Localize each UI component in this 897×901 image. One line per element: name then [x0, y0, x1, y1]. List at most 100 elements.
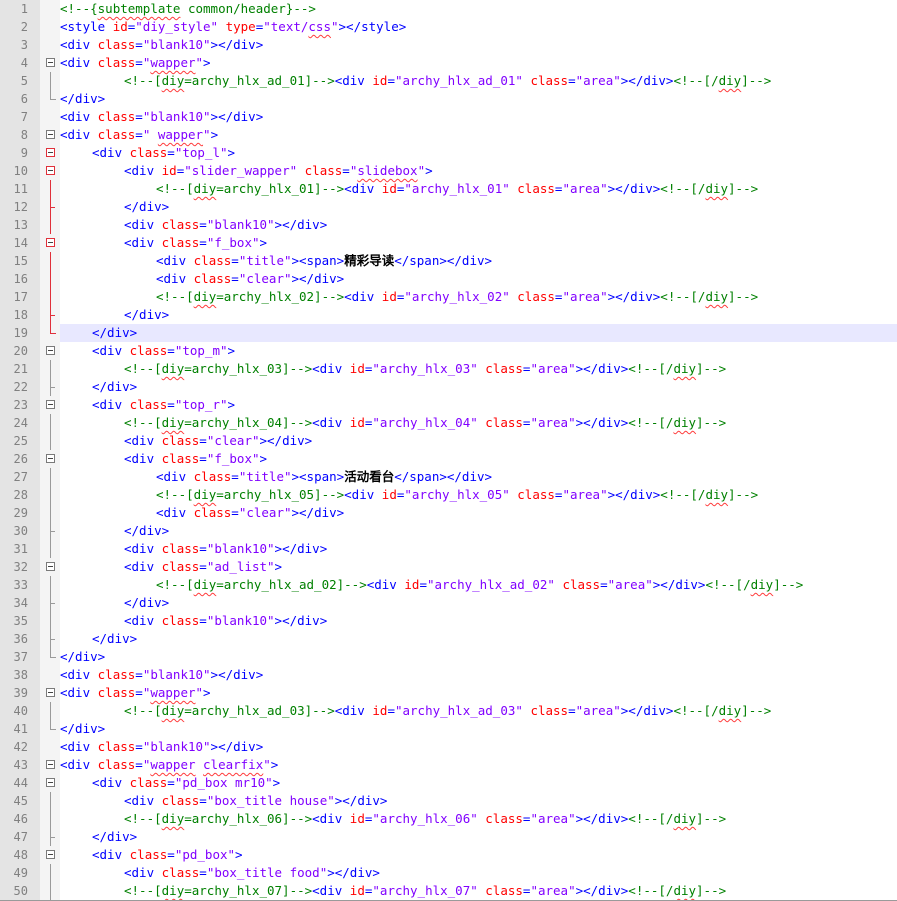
token-tag: ></div> [334, 793, 388, 808]
code-line[interactable]: 45 <div class="box_title house"></div> [0, 792, 897, 810]
code-text: <div class="box_title house"></div> [60, 792, 387, 810]
code-line[interactable]: 42 <div class="blank10"></div> [0, 738, 897, 756]
token-comment: diy [705, 487, 729, 502]
token-comment: common/header}--> [180, 1, 316, 16]
fold-toggle-icon[interactable] [40, 126, 60, 144]
token-tag: </div> [60, 91, 106, 106]
code-line[interactable]: 11 <!--[diy=archy_hlx_01]--><div id="arch… [0, 180, 897, 198]
code-line[interactable]: 1 <!--{subtemplate common/header}--> [0, 0, 897, 18]
code-line[interactable]: 27 <div class="title"><span>活动看台</span></… [0, 468, 897, 486]
fold-guide [40, 414, 60, 432]
code-line[interactable]: 38 <div class="blank10"></div> [0, 666, 897, 684]
token-comment: <!--[ [124, 73, 162, 88]
code-line[interactable]: 4 <div class="wapper"> [0, 54, 897, 72]
fold-guide [40, 720, 60, 738]
token-attr: class [161, 217, 200, 232]
code-line[interactable]: 16 <div class="clear"></div> [0, 270, 897, 288]
token-comment: diy [673, 415, 697, 430]
fold-guide [40, 360, 60, 378]
code-line[interactable]: 37 </div> [0, 648, 897, 666]
token-comment: diy [161, 811, 185, 826]
code-line[interactable]: 28 <!--[diy=archy_hlx_05]--><div id="arch… [0, 486, 897, 504]
fold-toggle-icon[interactable] [40, 342, 60, 360]
code-text: </div> [60, 324, 137, 342]
code-line[interactable]: 15 <div class="title"><span>精彩导读</span></… [0, 252, 897, 270]
token-tag: ></div> [259, 433, 313, 448]
token-comment: diy [161, 883, 185, 898]
code-line[interactable]: 21 <!--[diy=archy_hlx_03]--><div id="arch… [0, 360, 897, 378]
code-text: </div> [60, 306, 169, 324]
fold-toggle-icon[interactable] [40, 396, 60, 414]
fold-guide [40, 198, 60, 216]
code-line[interactable]: 34 </div> [0, 594, 897, 612]
code-line[interactable]: 17 <!--[diy=archy_hlx_02]--><div id="arch… [0, 288, 897, 306]
code-line[interactable]: 46 <!--[diy=archy_hlx_06]--><div id="arch… [0, 810, 897, 828]
fold-toggle-icon[interactable] [40, 558, 60, 576]
code-line[interactable]: 5 <!--[diy=archy_hlx_ad_01]--><div id="ar… [0, 72, 897, 90]
code-line[interactable]: 35 <div class="blank10"></div> [0, 612, 897, 630]
fold-toggle-icon[interactable] [40, 774, 60, 792]
code-line[interactable]: 26 <div class="f_box"> [0, 450, 897, 468]
line-number: 24 [0, 414, 40, 432]
code-line[interactable]: 33 <!--[diy=archy_hlx_ad_02]--><div id="a… [0, 576, 897, 594]
code-line[interactable]: 36 </div> [0, 630, 897, 648]
code-line[interactable]: 24 <!--[diy=archy_hlx_04]--><div id="arch… [0, 414, 897, 432]
code-line[interactable]: 25 <div class="clear"></div> [0, 432, 897, 450]
code-line[interactable]: 29 <div class="clear"></div> [0, 504, 897, 522]
token-val: "box_title food" [206, 865, 328, 880]
token-comment: diy [193, 487, 217, 502]
code-line[interactable]: 7 <div class="blank10"></div> [0, 108, 897, 126]
code-line[interactable]: 30 </div> [0, 522, 897, 540]
fold-toggle-icon[interactable] [40, 684, 60, 702]
code-line[interactable]: 22 </div> [0, 378, 897, 396]
code-line[interactable]: 2 <style id="diy_style" type="text/css"><… [0, 18, 897, 36]
fold-toggle-icon[interactable] [40, 162, 60, 180]
code-line[interactable]: 32 <div class="ad_list"> [0, 558, 897, 576]
code-line[interactable]: 18 </div> [0, 306, 897, 324]
code-line[interactable]: 31 <div class="blank10"></div> [0, 540, 897, 558]
code-line[interactable]: 48 <div class="pd_box"> [0, 846, 897, 864]
fold-toggle-icon[interactable] [40, 234, 60, 252]
token-comment: <!--[/ [673, 73, 719, 88]
code-editor[interactable]: 1 <!--{subtemplate common/header}--> 2 <sty… [0, 0, 897, 901]
code-line[interactable]: 50 <!--[diy=archy_hlx_07]--><div id="arch… [0, 882, 897, 900]
code-line[interactable]: 10 <div id="slider_wapper" class="slidebo… [0, 162, 897, 180]
code-text: <style id="diy_style" type="text/css"></… [60, 18, 406, 36]
code-line[interactable]: 43 <div class="wapper clearfix"> [0, 756, 897, 774]
fold-toggle-icon[interactable] [40, 756, 60, 774]
token-comment: =archy_hlx_07]--> [184, 883, 313, 898]
code-line[interactable]: 23 <div class="top_r"> [0, 396, 897, 414]
code-line[interactable]: 3 <div class="blank10"></div> [0, 36, 897, 54]
fold-toggle-icon[interactable] [40, 846, 60, 864]
line-number: 10 [0, 162, 40, 180]
token-attr: class [161, 559, 200, 574]
token-tag: <div [124, 433, 162, 448]
token-tag: <style [60, 19, 113, 34]
code-line[interactable]: 49 <div class="box_title food"></div> [0, 864, 897, 882]
code-line[interactable]: 12 </div> [0, 198, 897, 216]
fold-toggle-icon[interactable] [40, 54, 60, 72]
line-number: 15 [0, 252, 40, 270]
token-val: wapper [150, 55, 196, 70]
code-line[interactable]: 44 <div class="pd_box mr10"> [0, 774, 897, 792]
token-comment: <!--[/ [705, 577, 751, 592]
code-line[interactable]: 13 <div class="blank10"></div> [0, 216, 897, 234]
token-tag: <div [60, 109, 98, 124]
code-line[interactable]: 47 </div> [0, 828, 897, 846]
code-line[interactable]: 40 <!--[diy=archy_hlx_ad_03]--><div id="a… [0, 702, 897, 720]
code-line[interactable]: 8 <div class=" wapper"> [0, 126, 897, 144]
line-number: 9 [0, 144, 40, 162]
code-line[interactable]: 39 <div class="wapper"> [0, 684, 897, 702]
code-line[interactable]: 14 <div class="f_box"> [0, 234, 897, 252]
code-line[interactable]: 9 <div class="top_l"> [0, 144, 897, 162]
code-line[interactable]: 20 <div class="top_m"> [0, 342, 897, 360]
line-number: 21 [0, 360, 40, 378]
token-tag: = [387, 703, 395, 718]
fold-toggle-icon[interactable] [40, 144, 60, 162]
fold-toggle-icon[interactable] [40, 450, 60, 468]
token-val: "archy_hlx_ad_03" [394, 703, 523, 718]
code-line[interactable]: 6 </div> [0, 90, 897, 108]
token-tag: ></div> [620, 73, 674, 88]
code-line[interactable]: 19 </div> [0, 324, 897, 342]
code-line[interactable]: 41 </div> [0, 720, 897, 738]
